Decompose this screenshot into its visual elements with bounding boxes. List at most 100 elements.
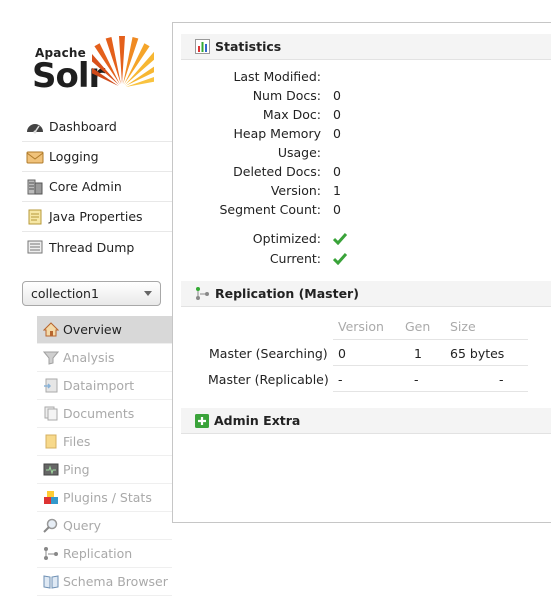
- statistics-header: Statistics: [181, 34, 551, 60]
- row-label: Master (Searching): [209, 346, 328, 361]
- nav-label-core-admin: Core Admin: [49, 179, 122, 194]
- stat-row-optimized: Optimized:: [173, 231, 433, 250]
- nav-item-logging[interactable]: Logging: [22, 142, 172, 172]
- nav-label-dashboard: Dashboard: [49, 119, 117, 134]
- stat-label: Optimized:: [252, 231, 321, 246]
- stat-label: Segment Count:: [219, 202, 321, 217]
- core-nav-item-query[interactable]: Query: [37, 512, 172, 540]
- stat-row-deleted-docs: Deleted Docs: 0: [173, 164, 433, 183]
- core-nav-label-replication: Replication: [63, 546, 133, 561]
- column-header-size: Size: [450, 319, 476, 334]
- core-nav-item-schema-browser[interactable]: Schema Browser: [37, 568, 172, 596]
- core-nav-label-documents: Documents: [63, 406, 135, 421]
- sun-icon: [92, 36, 154, 87]
- plus-icon: [195, 413, 209, 428]
- stat-value: 0: [333, 107, 341, 122]
- core-admin-icon: [27, 179, 43, 194]
- solr-logo[interactable]: Apache Solr: [32, 30, 157, 96]
- core-nav-label-schema-browser: Schema Browser: [63, 574, 168, 589]
- core-nav-item-analysis[interactable]: Analysis: [37, 344, 172, 372]
- funnel-icon: [43, 351, 59, 365]
- divider: [333, 391, 528, 392]
- stat-row-last-modified: Last Modified:: [173, 69, 433, 88]
- nav-item-thread-dump[interactable]: Thread Dump: [22, 232, 172, 262]
- core-selector[interactable]: collection1: [22, 281, 161, 306]
- stat-label: Num Docs:: [252, 88, 321, 103]
- thread-dump-icon: [27, 240, 43, 254]
- stat-row-num-docs: Num Docs: 0: [173, 88, 433, 107]
- core-nav-label-files: Files: [63, 434, 91, 449]
- files-icon: [45, 434, 57, 449]
- row-gen: 1: [414, 346, 422, 361]
- column-header-version: Version: [338, 319, 384, 334]
- stat-value: 0: [333, 202, 341, 217]
- overview-content: Statistics Last Modified: Num Docs: 0 Ma…: [172, 22, 551, 523]
- check-icon: [333, 233, 347, 245]
- row-size: -: [499, 372, 504, 387]
- replication-icon: [196, 287, 209, 300]
- stat-value: 1: [333, 183, 341, 198]
- nav-item-dashboard[interactable]: Dashboard: [22, 112, 172, 142]
- stat-row-version: Version: 1: [173, 183, 433, 202]
- replication-title: Replication (Master): [215, 286, 359, 301]
- nav-item-core-admin[interactable]: Core Admin: [22, 172, 172, 202]
- dashboard-icon: [27, 123, 43, 133]
- admin-extra-title: Admin Extra: [214, 413, 301, 428]
- core-nav-item-replication[interactable]: Replication: [37, 540, 172, 568]
- dataimport-icon: [44, 378, 58, 393]
- stat-label: Version:: [270, 183, 321, 198]
- core-nav-label-analysis: Analysis: [63, 350, 115, 365]
- column-header-gen: Gen: [405, 319, 431, 334]
- schema-browser-icon: [43, 575, 59, 589]
- stat-value: 0: [333, 126, 341, 141]
- logging-icon: [26, 151, 44, 163]
- core-nav-item-ping[interactable]: Ping: [37, 456, 172, 484]
- core-selector-value: collection1: [31, 286, 99, 301]
- row-version: -: [338, 372, 343, 387]
- nav-item-java-properties[interactable]: Java Properties: [22, 202, 172, 232]
- main-nav: Dashboard Logging Core Admin Java Proper…: [22, 112, 172, 262]
- stat-label: Deleted Docs:: [233, 164, 321, 179]
- core-nav-label-overview: Overview: [63, 322, 122, 337]
- statistics-title: Statistics: [215, 39, 282, 54]
- core-nav-item-documents[interactable]: Documents: [37, 400, 172, 428]
- divider: [333, 365, 528, 366]
- stat-label: Max Doc:: [262, 107, 321, 122]
- replication-header: Replication (Master): [181, 281, 551, 307]
- bar-chart-icon: [195, 39, 210, 54]
- core-nav-item-overview[interactable]: Overview: [37, 316, 172, 344]
- row-label: Master (Replicable): [208, 372, 329, 387]
- query-icon: [43, 518, 58, 533]
- stat-label: Current:: [269, 251, 321, 266]
- row-version: 0: [338, 346, 346, 361]
- check-icon: [333, 253, 347, 265]
- admin-extra-header[interactable]: Admin Extra: [181, 408, 551, 434]
- stat-row-usage: Usage:: [173, 145, 433, 164]
- stat-row-segment-count: Segment Count: 0: [173, 202, 433, 221]
- core-nav-label-ping: Ping: [63, 462, 90, 477]
- core-nav-label-plugins-stats: Plugins / Stats: [63, 490, 152, 505]
- stat-value: 0: [333, 88, 341, 103]
- row-gen: -: [414, 372, 419, 387]
- replication-icon: [44, 547, 58, 560]
- home-icon: [43, 322, 59, 337]
- java-properties-icon: [28, 209, 42, 224]
- stat-label: Last Modified:: [233, 69, 321, 84]
- stat-label: Usage:: [277, 145, 321, 160]
- stat-row-heap-memory: Heap Memory 0: [173, 126, 433, 145]
- core-nav-item-plugins-stats[interactable]: Plugins / Stats: [37, 484, 172, 512]
- core-nav-label-query: Query: [63, 518, 101, 533]
- row-size: 65 bytes: [450, 346, 505, 361]
- divider: [333, 339, 528, 340]
- chevron-down-icon: [144, 291, 152, 296]
- ping-icon: [43, 463, 59, 476]
- nav-label-thread-dump: Thread Dump: [49, 239, 135, 255]
- stat-label: Heap Memory: [233, 126, 322, 141]
- stat-value: 0: [333, 164, 341, 179]
- core-nav-label-dataimport: Dataimport: [63, 378, 135, 393]
- core-nav-item-dataimport[interactable]: Dataimport: [37, 372, 172, 400]
- core-nav-item-files[interactable]: Files: [37, 428, 172, 456]
- documents-icon: [44, 406, 58, 421]
- plugins-icon: [44, 491, 58, 504]
- stat-row-max-doc: Max Doc: 0: [173, 107, 433, 126]
